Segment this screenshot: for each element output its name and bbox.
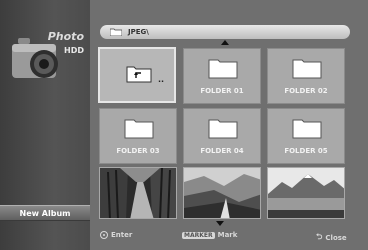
marker-key-icon: MARKER: [182, 231, 215, 239]
app-title: Photo: [47, 30, 84, 43]
folder-icon: [292, 59, 322, 79]
new-album-button[interactable]: New Album: [0, 205, 90, 221]
valley-image: [184, 168, 260, 218]
folder-tile[interactable]: FOLDER 04: [183, 108, 261, 164]
folder-label: FOLDER 01: [200, 87, 244, 95]
source-label: HDD: [64, 46, 84, 55]
mountain-lake-image: [268, 168, 344, 218]
folder-tile[interactable]: FOLDER 03: [99, 108, 177, 164]
enter-button-icon: [100, 231, 108, 239]
path-bar: JPEG\: [100, 25, 350, 39]
folder-label: FOLDER 05: [284, 147, 328, 155]
folder-tile[interactable]: FOLDER 01: [183, 48, 261, 104]
scroll-up-arrow-icon[interactable]: [221, 40, 229, 45]
footer-bar: Enter MARKER Mark ⮌ Close: [90, 228, 368, 246]
folder-tile[interactable]: FOLDER 02: [267, 48, 345, 104]
parent-dots: ..: [158, 75, 165, 84]
forest-road-image: [100, 168, 176, 218]
folder-icon: [208, 59, 238, 79]
photo-thumbnail[interactable]: [99, 167, 177, 219]
scroll-down-arrow-icon[interactable]: [216, 221, 224, 226]
parent-folder-icon: [126, 66, 152, 83]
folder-label: FOLDER 03: [116, 147, 160, 155]
folder-label: FOLDER 04: [200, 147, 244, 155]
folder-tile[interactable]: FOLDER 05: [267, 108, 345, 164]
folder-icon: [292, 119, 322, 139]
folder-icon: [110, 28, 122, 36]
mark-hint: MARKER Mark: [182, 231, 237, 239]
return-icon: ⮌: [316, 232, 323, 241]
enter-label: Enter: [111, 231, 133, 239]
path-text: JPEG\: [128, 28, 149, 36]
folder-icon: [124, 119, 154, 139]
sidebar: Photo HDD New Album: [0, 0, 90, 250]
close-label: Close: [325, 234, 347, 242]
parent-folder-tile[interactable]: ..: [98, 47, 176, 103]
main-panel: JPEG\ .. FOLDER 01 FOLDER 02 FOLDER 03 F: [90, 0, 368, 250]
close-hint: ⮌ Close: [316, 231, 347, 245]
photo-thumbnail[interactable]: [267, 167, 345, 219]
mark-label: Mark: [217, 231, 238, 239]
photo-thumbnail[interactable]: [183, 167, 261, 219]
folder-icon: [208, 119, 238, 139]
enter-hint: Enter: [100, 231, 132, 239]
folder-label: FOLDER 02: [284, 87, 328, 95]
